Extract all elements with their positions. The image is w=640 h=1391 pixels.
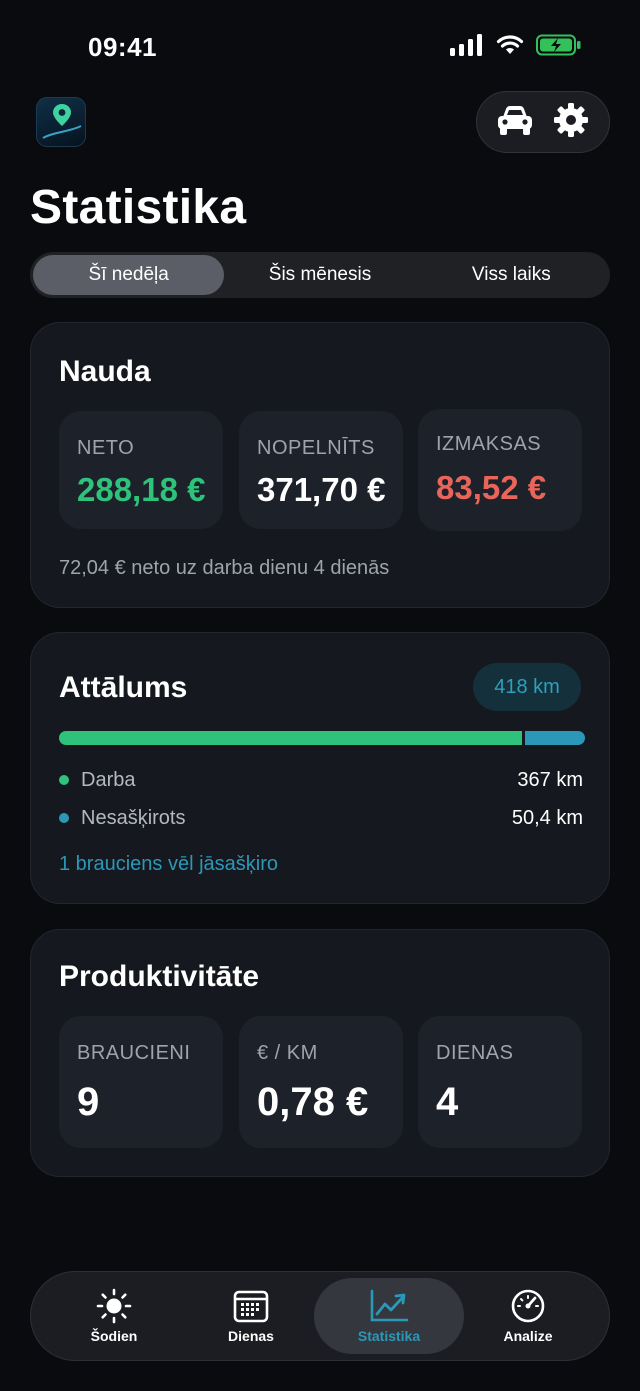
wifi-icon [496,34,524,61]
gear-icon [553,102,589,143]
status-bar: 09:41 [0,0,640,90]
tab-today-label: Šodien [90,1328,138,1344]
trips-value: 9 [77,1080,100,1124]
tab-this-week[interactable]: Šī nedēļa [33,255,225,295]
net-label: NETO [77,437,135,459]
earned-value: 371,70 € [257,471,386,508]
money-card-title: Nauda [59,355,151,388]
signal-icon [450,34,484,61]
tab-statistics[interactable]: Statistika [314,1278,464,1354]
tab-today[interactable]: Šodien [39,1278,189,1354]
unsorted-distance-fill [524,731,585,745]
sun-icon [94,1288,134,1324]
productivity-card: Produktivitāte BRAUCIENI 9 € / KM 0,78 €… [30,929,610,1177]
battery-icon [536,34,582,61]
settings-button[interactable] [549,100,593,144]
unsorted-distance-row: Nesašķirots 50,4 km [59,803,583,833]
tab-all-time[interactable]: Viss laiks [416,255,607,295]
work-value: 367 km [517,768,583,791]
status-icons [450,34,582,61]
days-label: DIENAS [436,1042,514,1064]
unsorted-value: 50,4 km [511,806,583,829]
bottom-tab-bar: Šodien Dienas Statistika Analize [30,1271,610,1361]
days-value: 4 [436,1080,459,1124]
trips-tile: BRAUCIENI 9 [59,1016,223,1148]
expenses-value: 83,52 € [436,469,547,506]
unsorted-label: Nesašķirots [81,806,186,829]
net-tile: NETO 288,18 € [59,411,223,529]
chart-icon [369,1288,409,1324]
per-km-label: € / KM [257,1042,318,1064]
calendar-icon [231,1288,271,1324]
sort-trips-link[interactable]: 1 brauciens vēl jāsašķiro [59,853,278,876]
work-distance-fill [59,731,522,745]
days-tile: DIENAS 4 [418,1016,582,1148]
period-selector: Šī nedēļa Šis mēnesis Viss laiks [30,252,610,298]
tab-analysis[interactable]: Analize [453,1278,603,1354]
distance-card-title: Attālums [59,671,188,704]
distance-bar [59,731,585,745]
unsorted-dot [59,813,69,823]
work-distance-row: Darba 367 km [59,765,583,795]
total-distance-badge: 418 km [473,663,581,711]
earned-label: NOPELNĪTS [257,437,375,459]
money-card: Nauda NETO 288,18 € NOPELNĪTS 371,70 € I… [30,322,610,608]
app-logo [36,97,86,147]
header-actions [476,91,610,153]
tab-days-label: Dienas [228,1328,274,1344]
distance-card: Attālums 418 km Darba 367 km Nesašķirots… [30,632,610,904]
page-title: Statistika [30,181,247,234]
trips-label: BRAUCIENI [77,1042,191,1064]
tab-days[interactable]: Dienas [176,1278,326,1354]
gauge-icon [508,1288,548,1324]
net-value: 288,18 € [77,471,206,508]
tab-analysis-label: Analize [503,1328,553,1344]
per-km-value: 0,78 € [257,1080,369,1124]
per-km-tile: € / KM 0,78 € [239,1016,403,1148]
work-label: Darba [81,768,136,791]
tab-statistics-label: Statistika [357,1328,421,1344]
tab-this-month[interactable]: Šis mēnesis [224,255,415,295]
productivity-card-title: Produktivitāte [59,960,260,993]
work-dot [59,775,69,785]
status-time: 09:41 [88,32,157,62]
earned-tile: NOPELNĪTS 371,70 € [239,411,403,529]
vehicle-button[interactable] [493,100,537,144]
car-icon [495,103,535,142]
expenses-label: IZMAKSAS [436,433,542,455]
net-per-day-note: 72,04 € neto uz darba dienu 4 dienās [59,557,390,579]
expenses-tile: IZMAKSAS 83,52 € [418,409,582,531]
